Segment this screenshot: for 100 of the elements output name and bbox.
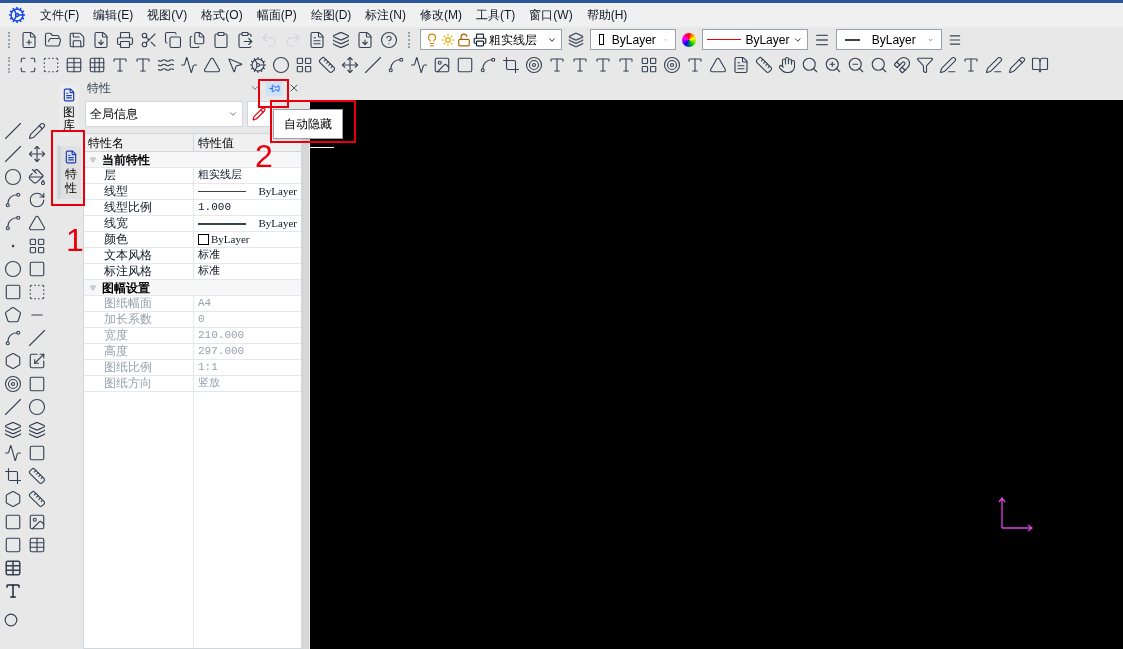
magnet-icon[interactable]: [893, 56, 911, 74]
save-icon[interactable]: [68, 30, 86, 49]
menu-item[interactable]: 修改(M): [420, 6, 462, 24]
color-wheel-icon[interactable]: [682, 32, 696, 47]
image-icon[interactable]: [433, 56, 451, 74]
table-icon[interactable]: [65, 56, 83, 74]
layers-icon[interactable]: [4, 421, 22, 439]
page-icon[interactable]: [308, 30, 326, 49]
new-file-icon[interactable]: [20, 30, 38, 49]
menu-item[interactable]: 窗口(W): [529, 6, 573, 24]
grid-icon[interactable]: [27, 237, 46, 255]
frame-icon[interactable]: [456, 56, 474, 74]
close-icon[interactable]: [288, 82, 300, 94]
book-icon[interactable]: [1031, 56, 1049, 74]
wave-icon[interactable]: [157, 56, 175, 74]
grid-icon[interactable]: [295, 56, 313, 74]
line-icon[interactable]: [4, 145, 22, 163]
open-folder-icon[interactable]: [44, 30, 62, 49]
line-sample-icon: [198, 191, 246, 192]
curve-icon[interactable]: [4, 329, 22, 347]
pen-icon[interactable]: [985, 56, 1003, 74]
linetype-dropdown[interactable]: ByLayer: [702, 29, 808, 50]
arc-icon[interactable]: [4, 191, 22, 209]
side-tab[interactable]: 特性: [57, 146, 81, 199]
color-dropdown[interactable]: ByLayer: [590, 29, 676, 50]
menu-item[interactable]: 编辑(E): [93, 6, 134, 24]
pencil-icon[interactable]: [1008, 56, 1026, 74]
table-icon[interactable]: [4, 559, 22, 577]
target-icon[interactable]: [525, 56, 543, 74]
color-swatch-icon: [198, 234, 209, 245]
ellipse-icon[interactable]: [4, 260, 22, 278]
zoom-icon[interactable]: [870, 56, 888, 74]
curve-icon[interactable]: [479, 56, 497, 74]
ruler-icon[interactable]: [755, 56, 773, 74]
move-icon[interactable]: [27, 145, 46, 163]
triangle-icon[interactable]: [203, 56, 221, 74]
caret-icon[interactable]: [250, 83, 260, 93]
menu-item[interactable]: 标注(N): [365, 6, 406, 24]
clear-button[interactable]: [247, 101, 271, 127]
side-tab[interactable]: 图库: [59, 84, 79, 137]
pencil-icon[interactable]: [27, 122, 46, 140]
menu-item[interactable]: 视图(V): [147, 6, 188, 24]
text-icon[interactable]: [4, 582, 22, 600]
arrow-icon[interactable]: [226, 56, 244, 74]
layers-icon[interactable]: [568, 31, 584, 48]
layers-icon[interactable]: [332, 30, 350, 49]
move-icon[interactable]: [341, 56, 359, 74]
pentagon-icon[interactable]: [4, 306, 22, 324]
frame-icon[interactable]: [42, 56, 60, 74]
menu-item[interactable]: 帮助(H): [586, 6, 628, 24]
scale-icon[interactable]: [27, 352, 46, 370]
menu-item[interactable]: 工具(T): [476, 6, 516, 24]
line-icon[interactable]: [4, 122, 22, 140]
ring-icon[interactable]: [4, 375, 22, 393]
section-title: 图幅设置: [102, 279, 150, 297]
lineweight-value: ByLayer: [871, 31, 916, 49]
pages-icon[interactable]: [188, 30, 206, 49]
filter-dropdown[interactable]: 全局信息: [85, 101, 243, 127]
pen-icon[interactable]: [939, 56, 957, 74]
line-icon[interactable]: [364, 56, 382, 74]
break-line-icon[interactable]: [180, 56, 198, 74]
help-icon[interactable]: [380, 30, 398, 49]
grid-icon[interactable]: [88, 56, 106, 74]
menu-icon[interactable]: [948, 32, 962, 47]
linetype-value: ByLayer: [745, 31, 790, 49]
rotate-icon[interactable]: [27, 191, 46, 209]
hand-icon[interactable]: [778, 56, 796, 74]
property-name: 线型比例: [84, 200, 194, 215]
gear-icon[interactable]: [249, 56, 267, 74]
zoom-icon[interactable]: [801, 56, 819, 74]
line-icon[interactable]: [4, 398, 22, 416]
page-icon[interactable]: [732, 56, 750, 74]
value-text: 1.000: [198, 200, 231, 216]
print-icon[interactable]: [116, 30, 134, 49]
copy-icon[interactable]: [164, 30, 182, 49]
curve-icon[interactable]: [4, 214, 22, 232]
value-text: 1:1: [198, 360, 218, 376]
curve-icon[interactable]: [387, 56, 405, 74]
crop-icon[interactable]: [502, 56, 520, 74]
menu-item[interactable]: 绘图(D): [310, 6, 352, 24]
paste-icon[interactable]: [236, 30, 254, 49]
cut-icon[interactable]: [140, 30, 158, 49]
triangle-icon[interactable]: [709, 56, 727, 74]
layer-dropdown[interactable]: 粗实线层: [420, 29, 562, 50]
square-icon[interactable]: [27, 260, 46, 278]
image-icon[interactable]: [27, 513, 46, 531]
clipboard-icon[interactable]: [212, 30, 230, 49]
frame-icon[interactable]: [19, 56, 37, 74]
dashed-square-icon[interactable]: [27, 283, 46, 301]
polygon-icon[interactable]: [4, 490, 22, 508]
zoom-out-icon[interactable]: [847, 56, 865, 74]
menu-item[interactable]: 格式(O): [201, 6, 243, 24]
lineweight-dropdown[interactable]: ByLayer: [836, 29, 942, 50]
document-icon[interactable]: [356, 30, 374, 49]
menu-item[interactable]: 文件(F): [40, 6, 80, 24]
zoom-in-icon[interactable]: [824, 56, 842, 74]
menu-item[interactable]: 幅面(P): [256, 6, 297, 24]
filter-icon[interactable]: [916, 56, 934, 74]
rectangle-icon[interactable]: [4, 283, 22, 301]
document-icon[interactable]: [92, 30, 110, 49]
